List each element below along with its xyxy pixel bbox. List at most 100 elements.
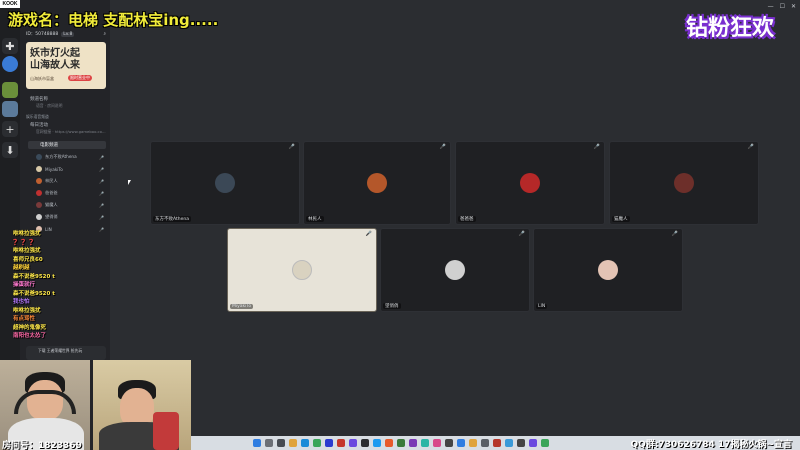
webcam-2 [93,360,191,450]
close-icon[interactable]: ✕ [791,3,796,10]
chat-line: 森不说爸9520 t [13,273,55,280]
avatar [36,202,42,208]
chat-line: 超神的鬼像死 [13,324,47,331]
app-icon[interactable] [457,439,465,447]
voice-tile[interactable]: 🎤 猫魔人 [609,141,759,225]
banner-line-1: 妖市灯火起 [30,48,80,59]
member-name: 猫魔人 [45,202,58,207]
server-icon-2[interactable] [2,82,18,98]
app-icon[interactable] [373,439,381,447]
brand-logo: KOOK [0,0,20,8]
avatar [598,260,618,280]
app-icon[interactable] [517,439,525,447]
app-icon[interactable] [421,439,429,447]
voice-tile[interactable]: 🎤 LIN [533,228,683,312]
mic-icon: 🎤 [288,144,295,150]
tile-name: MiyakiTo [230,304,254,309]
room-id-overlay: 房间号：1823369 [2,441,82,450]
voice-channel-name[interactable]: 电影频道 [40,142,58,148]
voice-tile-speaking[interactable]: 🎤 MiyakiTo [227,228,377,312]
voice-tile[interactable]: 🎤 望俏俏 [380,228,530,312]
server-header: ID：50748888 Lv.8 ⌕ [26,30,106,38]
app-icon[interactable] [445,439,453,447]
member-row[interactable]: 爸爸爸 🎤 [36,189,106,197]
app-icon[interactable] [505,439,513,447]
webcam-1 [0,360,90,450]
server-icon-1[interactable] [2,56,18,72]
tile-name: 林民人 [306,216,324,222]
mic-icon: 🎤 [593,144,600,150]
browser-icon[interactable] [301,439,309,447]
avatar [292,260,312,280]
app-icon[interactable] [481,439,489,447]
member-row[interactable]: MiyakiTo 🎤 [36,165,106,173]
mic-icon: 🎤 [99,202,104,208]
voice-tile[interactable]: 🎤 东方不败Athena [150,141,300,225]
mic-icon: 🎤 [365,231,372,237]
mic-icon: 🎤 [99,154,104,160]
avatar [36,154,42,160]
banner-caption: 山海妖市盲盒 [30,76,54,81]
window-controls: — ☐ ✕ [768,3,796,10]
taskview-icon[interactable] [277,439,285,447]
download-icon[interactable]: ⬇ [2,142,18,158]
avatar [36,166,42,172]
search-icon[interactable] [265,439,273,447]
member-name: MiyakiTo [45,166,63,172]
app-icon[interactable] [361,439,369,447]
search-icon[interactable]: ⌕ [103,31,106,37]
event-title-overlay: 钻粉狂欢 [685,16,774,41]
app-icon[interactable] [433,439,441,447]
mic-icon: 🎤 [518,231,525,237]
folder-icon[interactable] [289,439,297,447]
member-row[interactable]: 望俏俏 🎤 [36,213,106,221]
app-icon[interactable] [349,439,357,447]
promo-text: 下载 王者荣耀世界 抢先玩 [38,348,83,353]
server-banner[interactable]: 妖市灯火起 山海故人来 山海妖市盲盒 限时营业中 [26,42,106,89]
server-icon-3[interactable] [2,101,18,117]
app-icon[interactable] [313,439,321,447]
app-icon[interactable] [397,439,405,447]
maximize-icon[interactable]: ☐ [780,3,785,10]
member-row[interactable]: 东方不败Athena 🎤 [36,153,106,161]
app-icon[interactable] [541,439,549,447]
app-icon[interactable] [325,439,333,447]
mic-icon: 🎤 [99,214,104,220]
channel-item-0[interactable]: 频道名称 [30,96,48,102]
chat-line: 操蛋就行 [13,282,36,288]
mic-icon: 🎤 [439,144,446,150]
promo-banner[interactable]: 下载 王者荣耀世界 抢先玩 [26,346,106,360]
mic-icon: 🎤 [99,190,104,196]
app-icon[interactable] [469,439,477,447]
member-row[interactable]: 猫魔人 🎤 [36,201,106,209]
voice-tile[interactable]: 🎤 林民人 [303,141,451,225]
banner-line-2: 山海故人来 [30,60,80,71]
app-icon[interactable] [385,439,393,447]
channel-category[interactable]: 娱乐语音频道 [26,114,49,120]
qq-group-overlay: QQ群:730626784 17揭秘火锅~宣言 [630,440,792,450]
start-icon[interactable] [253,439,261,447]
app-icon[interactable] [493,439,501,447]
app-icon[interactable] [529,439,537,447]
channel-item-1[interactable]: 每日活动 [30,122,48,128]
plus-icon[interactable]: + [2,121,18,137]
app-icon[interactable] [409,439,417,447]
chat-line: 有点骂性 [13,316,36,322]
voice-tile[interactable]: 🎤 爸爸爸 [455,141,605,225]
mic-icon: 🎤 [99,178,104,184]
tile-name: 爸爸爸 [458,216,476,222]
channel-item-1-desc: 官网链接 · https://www.gameboo.co... [36,129,106,134]
avatar [367,173,387,193]
tile-name: LIN [536,304,548,309]
channel-item-0-desc: 语音 · 房间说明 [36,103,63,108]
server-level: Lv.8 [61,31,75,37]
member-row[interactable]: 林民人 🎤 [36,177,106,185]
mouse-cursor [128,180,131,185]
member-name: 爸爸爸 [45,190,58,195]
game-title-overlay: 游戏名：电梯 支配林宝ing..... [8,11,219,29]
avatar [36,178,42,184]
add-server-icon[interactable]: ✚ [2,38,18,54]
banner-badge: 限时营业中 [68,75,92,81]
minimize-icon[interactable]: — [768,3,774,10]
app-icon[interactable] [337,439,345,447]
